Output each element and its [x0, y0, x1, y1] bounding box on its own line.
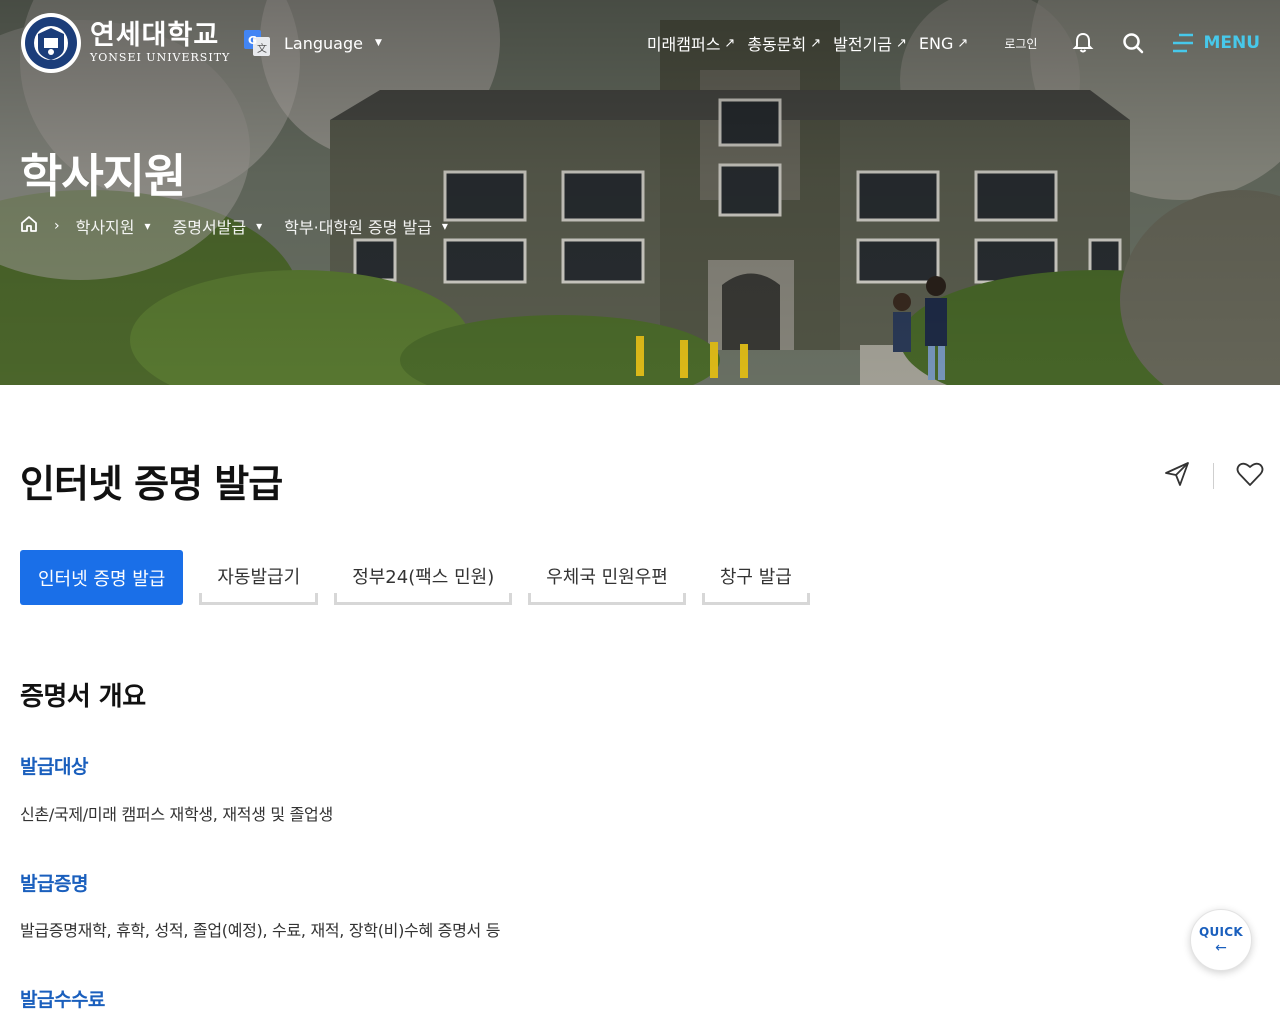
- link-alumni[interactable]: 총동문회 ↗: [747, 31, 821, 55]
- subheading-target: 발급대상: [20, 756, 88, 778]
- page-actions: [1163, 460, 1264, 492]
- external-link-icon: ↗: [957, 35, 969, 51]
- chevron-down-icon[interactable]: ▾: [145, 219, 151, 233]
- quick-label: QUICK: [1198, 925, 1243, 939]
- heart-icon[interactable]: [1236, 461, 1264, 491]
- tab-kiosk[interactable]: 자동발급기: [199, 550, 319, 605]
- menu-label: MENU: [1203, 33, 1260, 53]
- link-future-campus[interactable]: 미래캠퍼스 ↗: [647, 31, 736, 55]
- chevron-down-icon[interactable]: ▾: [442, 219, 448, 233]
- hamburger-icon: [1173, 33, 1194, 53]
- breadcrumb-item-certificates[interactable]: 증명서발급: [173, 214, 247, 238]
- subheading-certificates: 발급증명: [20, 873, 88, 895]
- external-link-icon: ↗: [810, 35, 822, 51]
- search-icon[interactable]: [1121, 31, 1145, 55]
- breadcrumb-item-current[interactable]: 학부·대학원 증명 발급: [284, 214, 432, 238]
- tab-bar: 인터넷 증명 발급 자동발급기 정부24(팩스 민원) 우체국 민원우편 창구 …: [20, 550, 810, 605]
- notification-bell-icon[interactable]: [1071, 31, 1095, 55]
- yonsei-logo[interactable]: 연세대학교 YONSEI UNIVERSITY: [20, 12, 230, 74]
- link-label: 총동문회: [747, 35, 807, 54]
- link-development-fund[interactable]: 발전기금 ↗: [833, 31, 907, 55]
- link-label: ENG: [918, 33, 954, 53]
- google-translate-icon: G 文: [244, 30, 270, 56]
- tab-gov24-fax[interactable]: 정부24(팩스 민원): [334, 550, 513, 605]
- breadcrumb-item-academic-support[interactable]: 학사지원: [76, 214, 135, 238]
- share-icon[interactable]: [1163, 460, 1191, 492]
- logo-korean-name: 연세대학교: [90, 20, 220, 51]
- divider: [1213, 463, 1214, 489]
- external-link-icon: ↗: [896, 35, 907, 51]
- caret-down-icon: ▼: [374, 38, 382, 48]
- menu-button[interactable]: MENU: [1171, 32, 1260, 54]
- hero-title: 학사지원: [20, 149, 186, 203]
- breadcrumb: › 학사지원 ▾ 증명서발급 ▾ 학부·대학원 증명 발급 ▾: [20, 214, 470, 238]
- tab-counter[interactable]: 창구 발급: [701, 550, 810, 605]
- tab-internet-certificate[interactable]: 인터넷 증명 발급: [20, 550, 184, 605]
- subheading-fee: 발급수수료: [20, 989, 105, 1011]
- link-label: 발전기금: [833, 35, 893, 54]
- page-title: 인터넷 증명 발급: [20, 462, 283, 506]
- hero-banner: 연세대학교 YONSEI UNIVERSITY G 文 Language ▼ 미…: [0, 0, 1280, 385]
- language-label: Language: [284, 33, 363, 53]
- svg-text:文: 文: [257, 42, 267, 55]
- logo-english-name: YONSEI UNIVERSITY: [90, 51, 231, 64]
- tab-postal-mail[interactable]: 우체국 민원우편: [528, 550, 686, 605]
- top-navigation: 미래캠퍼스 ↗ 총동문회 ↗ 발전기금 ↗ ENG ↗ 로그인 MENU: [647, 26, 1260, 60]
- university-seal-icon: [21, 13, 81, 73]
- target-description: 신촌/국제/미래 캠퍼스 재학생, 재적생 및 졸업생: [20, 805, 333, 824]
- arrow-left-icon: ←: [1215, 940, 1227, 956]
- login-link[interactable]: 로그인: [1004, 35, 1037, 52]
- link-label: 미래캠퍼스: [646, 35, 721, 54]
- certificates-description: 발급증명재학, 휴학, 성적, 졸업(예정), 수료, 재적, 장학(비)수혜 …: [20, 921, 501, 940]
- svg-text:G: G: [248, 34, 257, 47]
- chevron-down-icon[interactable]: ▾: [256, 219, 262, 233]
- link-english[interactable]: ENG ↗: [919, 34, 968, 53]
- section-title: 증명서 개요: [20, 682, 146, 712]
- language-selector[interactable]: G 文 Language ▼: [244, 30, 382, 56]
- quick-menu-button[interactable]: QUICK ←: [1190, 909, 1252, 971]
- home-icon[interactable]: [20, 215, 38, 237]
- external-link-icon: ↗: [724, 35, 736, 51]
- chevron-right-icon: ›: [54, 218, 60, 234]
